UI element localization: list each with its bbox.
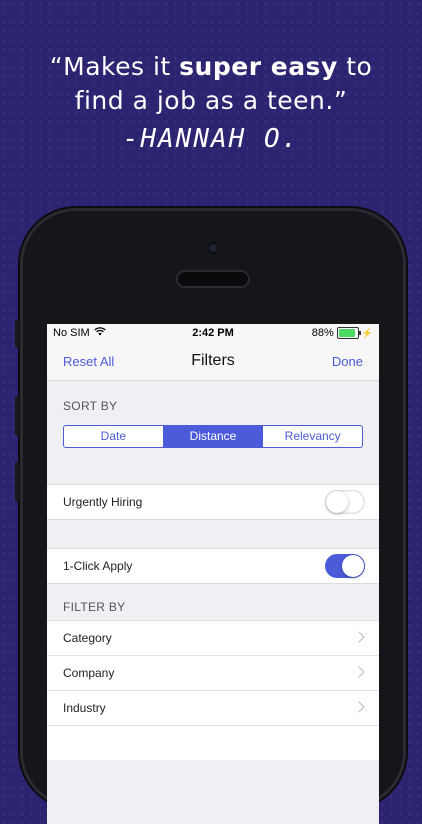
navigation-bar: Reset All Filters Done xyxy=(47,344,379,381)
testimonial-author: -HANNAH O. xyxy=(122,124,300,154)
toggle-knob xyxy=(326,491,348,513)
testimonial-quote: “Makes it super easy to find a job as a … xyxy=(0,50,422,118)
urgently-hiring-label: Urgently Hiring xyxy=(63,495,143,509)
one-click-apply-toggle[interactable] xyxy=(325,554,365,578)
chevron-right-icon xyxy=(353,701,365,713)
filter-item-industry[interactable]: Industry xyxy=(47,690,379,725)
phone-volume-down xyxy=(15,462,19,502)
phone-mute-switch xyxy=(15,320,19,348)
filter-item-label: Company xyxy=(63,666,115,680)
quote-text-bold: super easy xyxy=(179,52,338,81)
quote-line-2: find a job as a teen.” xyxy=(74,86,348,115)
one-click-apply-label: 1-Click Apply xyxy=(63,559,133,573)
status-right: 88% ⚡ xyxy=(312,327,373,339)
chevron-right-icon xyxy=(353,631,365,643)
one-click-apply-row: 1-Click Apply xyxy=(47,548,379,584)
app-screen: No SIM 2:42 PM 88% ⚡ Reset All Filters D xyxy=(47,324,379,824)
sort-by-label: SORT BY xyxy=(63,399,118,413)
quote-line-1: “Makes it super easy to xyxy=(0,50,422,84)
toggle-knob xyxy=(342,555,364,577)
filter-item-label: Category xyxy=(63,631,112,645)
battery-percent: 88% xyxy=(311,327,334,339)
quote-text-start: “Makes it xyxy=(49,52,180,81)
filter-item-label: Industry xyxy=(63,701,106,715)
sort-segmented-control: Date Distance Relevancy xyxy=(63,425,363,448)
phone-volume-up xyxy=(15,396,19,436)
front-camera xyxy=(207,242,219,254)
quote-text-end: to xyxy=(337,52,373,81)
earpiece-speaker xyxy=(178,272,248,286)
phone-frame: No SIM 2:42 PM 88% ⚡ Reset All Filters D xyxy=(15,208,406,824)
status-bar: No SIM 2:42 PM 88% ⚡ xyxy=(47,324,379,344)
sort-option-distance[interactable]: Distance xyxy=(163,426,264,447)
chevron-right-icon xyxy=(353,666,365,678)
done-button[interactable]: Done xyxy=(332,354,363,369)
filter-by-label: FILTER BY xyxy=(63,600,126,614)
charging-icon: ⚡ xyxy=(361,327,373,338)
page-title: Filters xyxy=(191,352,235,369)
urgently-hiring-toggle[interactable] xyxy=(325,490,365,514)
battery-icon xyxy=(336,327,361,339)
filter-item-category[interactable]: Category xyxy=(47,620,379,655)
filter-item-more xyxy=(47,725,379,760)
sort-option-date[interactable]: Date xyxy=(64,426,164,447)
urgently-hiring-row: Urgently Hiring xyxy=(47,484,379,520)
filter-item-company[interactable]: Company xyxy=(47,655,379,690)
sort-option-relevancy[interactable]: Relevancy xyxy=(263,426,362,447)
